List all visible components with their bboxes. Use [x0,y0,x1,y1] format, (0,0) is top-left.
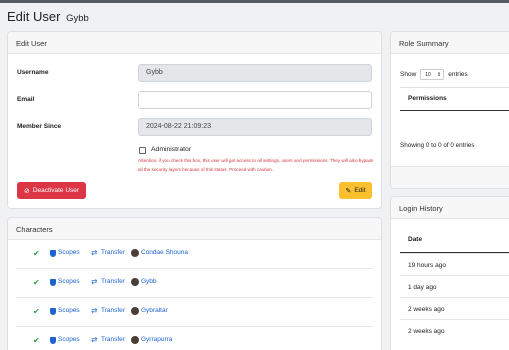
shuffle-icon[interactable]: ⇄ [91,248,97,257]
transfer-link[interactable]: Transfer [101,249,125,256]
characters-header: Characters [8,218,381,240]
page-size-control: Show 10 ⇕ entries [400,69,468,80]
deactivate-user-button[interactable]: ⊘ Deactivate User [17,182,86,199]
check-icon: ✔ [33,307,40,316]
scopes-link[interactable]: Scopes [58,307,80,314]
administrator-label[interactable]: Administrator [151,146,191,153]
character-row: ✔ Scopes ⇄ Transfer Gybb [16,269,373,298]
administrator-warning: Attention, if you check this box, this u… [138,158,374,172]
table-row: 2 weeks ago [400,319,509,341]
check-icon: ✔ [33,336,40,345]
login-history-header: Login History [391,197,509,219]
scopes-link[interactable]: Scopes [58,336,80,343]
table-top-border [400,87,509,88]
pencil-icon: ✎ [345,187,352,195]
shield-icon[interactable] [50,308,56,315]
email-field[interactable] [138,91,372,109]
shuffle-icon[interactable]: ⇄ [91,306,97,315]
edit-button[interactable]: ✎ Edit [339,182,372,199]
character-name[interactable]: Gybraltar [141,307,168,314]
check-icon: ✔ [33,278,40,287]
user-slash-icon: ⊘ [23,187,30,195]
role-summary-header: Role Summary [391,32,509,54]
table-row: 19 hours ago [400,253,509,275]
page-title: Edit User Gybb [7,9,89,24]
page-subtitle: Gybb [66,13,89,24]
character-name[interactable]: Gyrrapurra [141,336,172,343]
member-since-field: 2024-08-22 21:09:23 [138,118,372,136]
edit-label: Edit [354,187,366,194]
transfer-link[interactable]: Transfer [101,336,125,343]
character-row: ✔ Scopes ⇄ Transfer Gybraltar [16,298,373,327]
username-field: Gybb [138,64,372,82]
character-name[interactable]: Gybb [141,278,157,285]
role-summary-footer [391,166,509,188]
role-summary-card: Role Summary Show 10 ⇕ entries Permissio… [390,31,509,189]
sort-arrows-icon: ⇕ [437,72,442,78]
permissions-column-header[interactable]: Permissions [408,95,447,102]
top-navbar [0,0,509,3]
edit-user-card: Edit User Username Gybb Email Member Sin… [7,31,382,209]
character-name[interactable]: Condae Shouna [141,249,188,256]
table-info: Showing 0 to 0 of 0 entries [400,142,475,149]
characters-card: Characters ✔ Scopes ⇄ Transfer Condae Sh… [7,217,382,350]
show-label: Show [400,71,417,78]
scopes-link[interactable]: Scopes [58,249,80,256]
edit-user-header: Edit User [8,32,381,54]
character-avatar [131,336,139,344]
character-row: ✔ Scopes ⇄ Transfer Gyrrapurra [16,327,373,350]
scopes-link[interactable]: Scopes [58,278,80,285]
transfer-link[interactable]: Transfer [101,307,125,314]
page-title-text: Edit User [7,9,61,24]
username-label: Username [17,69,49,76]
entries-label: entries [448,71,468,78]
character-avatar [131,278,139,286]
shield-icon[interactable] [50,279,56,286]
deactivate-user-label: Deactivate User [32,187,80,194]
character-avatar [131,307,139,315]
table-row: 2 weeks ago [400,297,509,319]
page-size-select[interactable]: 10 ⇕ [420,69,445,80]
login-history-card: Login History Date 19 hours ago 1 day ag… [390,196,509,350]
shuffle-icon[interactable]: ⇄ [91,277,97,286]
page-size-value: 10 [425,72,431,78]
administrator-checkbox[interactable] [139,147,146,154]
table-header-divider [400,110,509,111]
transfer-link[interactable]: Transfer [101,278,125,285]
check-icon: ✔ [33,249,40,258]
table-row: 1 day ago [400,275,509,297]
shuffle-icon[interactable]: ⇄ [91,335,97,344]
character-row: ✔ Scopes ⇄ Transfer Condae Shouna [16,240,373,269]
character-avatar [131,249,139,257]
shield-icon[interactable] [50,337,56,344]
email-label: Email [17,96,35,103]
shield-icon[interactable] [50,250,56,257]
member-since-label: Member Since [17,123,62,130]
date-column-header: Date [408,236,423,243]
